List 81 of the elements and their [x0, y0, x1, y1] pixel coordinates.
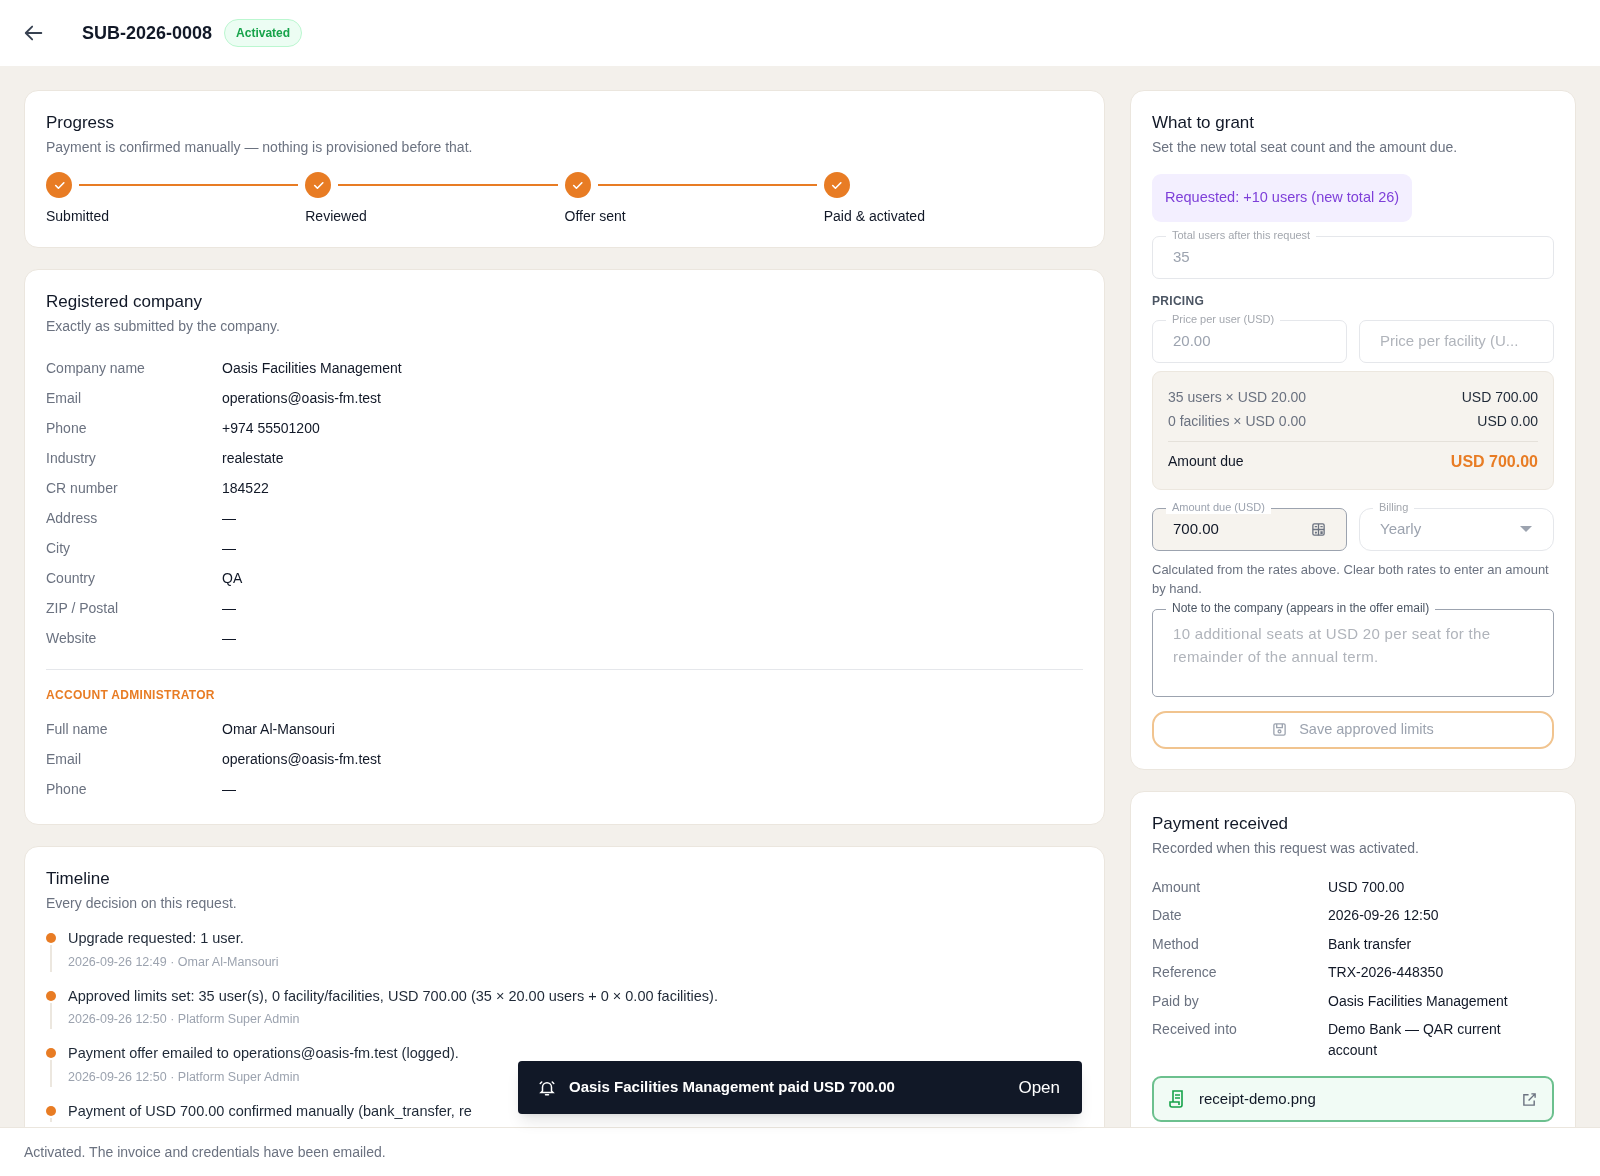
- timeline-event: Payment of USD 700.00 confirmed manually (bank_transfer, re: [68, 1101, 472, 1121]
- timeline-meta: 2026-09-26 12:50 · Platform Super Admin: [68, 1068, 301, 1086]
- step-label: Submitted: [46, 207, 111, 226]
- field-label: Paid by: [1152, 991, 1200, 1011]
- summary-label: 0 facilities × USD 0.00: [1168, 411, 1307, 431]
- amount-due-total: USD 700.00: [1450, 451, 1538, 472]
- status-bar: Activated. The invoice and credentials have been emailed.: [0, 1127, 1600, 1176]
- card-subtitle: Set the new total seat count and the amount due.: [1152, 138, 1459, 157]
- field-value: Oasis Facilities Management: [1328, 991, 1508, 1011]
- field-label: City: [46, 539, 72, 558]
- field-value: 2026-09-26 12:50: [1328, 906, 1439, 926]
- field-value: USD 700.00: [1328, 877, 1405, 897]
- field-value: TRX-2026-448350: [1328, 963, 1444, 983]
- field-label: Country: [46, 569, 97, 588]
- field-label: ZIP / Postal: [46, 599, 120, 618]
- card-subtitle: Payment is confirmed manually — nothing is provisioned before that.: [46, 138, 474, 157]
- calculator-icon: [1311, 521, 1326, 537]
- field-value: —: [222, 539, 236, 558]
- field-value: —: [222, 629, 236, 648]
- timeline-meta: 2026-09-26 12:50 · Platform Super Admin: [68, 1011, 301, 1029]
- card-subtitle: Recorded when this request was activated.: [1152, 838, 1420, 858]
- caret-icon: [1519, 525, 1533, 534]
- card-title: Progress: [46, 112, 116, 134]
- field-label: Phone: [46, 419, 88, 438]
- step-label: Paid & activated: [823, 207, 926, 226]
- field-label: Website: [46, 629, 98, 648]
- field-value: —: [222, 509, 236, 528]
- section-heading: PRICING: [1152, 292, 1206, 310]
- help-text: Calculated from the rates above. Clear both rates to enter an amount by hand.: [1152, 560, 1550, 598]
- field-value: Omar Al-Mansouri: [222, 720, 335, 739]
- step-label: Offer sent: [564, 207, 627, 226]
- toast-message: Oasis Facilities Management paid USD 700.00: [569, 1077, 896, 1098]
- field-label: Full name: [46, 720, 109, 739]
- status-badge: Activated: [224, 19, 303, 47]
- card-subtitle: Every decision on this request.: [46, 894, 238, 913]
- timeline-event: Upgrade requested: 1 user.: [68, 929, 245, 948]
- field-label: Amount: [1152, 877, 1202, 897]
- field-label: Phone: [46, 780, 88, 799]
- timeline-meta: 2026-09-26 12:49 · Omar Al-Mansouri: [68, 953, 279, 971]
- card-title: Timeline: [46, 868, 111, 890]
- field-label: Received into: [1152, 1020, 1238, 1040]
- step-label: Reviewed: [305, 207, 368, 226]
- request-note: Requested: +10 users (new total 26): [1152, 174, 1413, 222]
- summary-label: 35 users × USD 20.00: [1168, 387, 1307, 407]
- field-label: Email: [46, 750, 82, 769]
- timeline-event: Approved limits set: 35 user(s), 0 facility/facilities, USD 700.00 (35 × 20.00 users + 0 × 0.00 facilities).: [68, 986, 718, 1006]
- field-value: operations@oasis-fm.test: [222, 389, 381, 408]
- field-value: —: [222, 780, 236, 799]
- receipt-icon: [1169, 1090, 1185, 1109]
- field-label: Address: [46, 509, 99, 528]
- summary-amount: USD 700.00: [1461, 387, 1538, 407]
- card-subtitle: Exactly as submitted by the company.: [46, 317, 281, 336]
- card-title: Registered company: [46, 291, 203, 313]
- save-icon: [1272, 722, 1288, 738]
- card-title: Payment received: [1152, 812, 1290, 835]
- field-label: Email: [46, 389, 82, 408]
- field-label: Company name: [46, 359, 146, 378]
- summary-amount: USD 0.00: [1477, 411, 1538, 431]
- field-value: 184522: [222, 479, 269, 498]
- page-title: SUB-2026-0008: [82, 21, 213, 45]
- field-label: Reference: [1152, 963, 1218, 983]
- field-value: QA: [222, 569, 243, 588]
- receipt-link[interactable]: receipt-demo.png: [1152, 1076, 1554, 1123]
- field-value: realestate: [222, 449, 284, 468]
- section-heading: ACCOUNT ADMINISTRATOR: [46, 687, 216, 704]
- timeline-event: Payment offer emailed to operations@oasis-fm.test (logged).: [68, 1044, 459, 1063]
- open-button[interactable]: Open: [1016, 1074, 1062, 1101]
- field-value: operations@oasis-fm.test: [222, 750, 381, 769]
- field-label: CR number: [46, 479, 119, 498]
- card-title: What to grant: [1152, 112, 1256, 134]
- bell-icon: [538, 1078, 556, 1097]
- field-label: Industry: [46, 449, 97, 468]
- field-label: Date: [1152, 906, 1183, 926]
- field-value: —: [222, 599, 236, 618]
- field-value: Demo Bank — QAR current account: [1328, 1020, 1502, 1060]
- field-label: Method: [1152, 934, 1200, 954]
- field-value: +974 55501200: [222, 419, 320, 438]
- field-value: Oasis Facilities Management: [222, 359, 402, 378]
- summary-label: Amount due: [1168, 452, 1244, 472]
- external-link-icon: [1522, 1091, 1537, 1107]
- field-value: Bank transfer: [1328, 934, 1412, 954]
